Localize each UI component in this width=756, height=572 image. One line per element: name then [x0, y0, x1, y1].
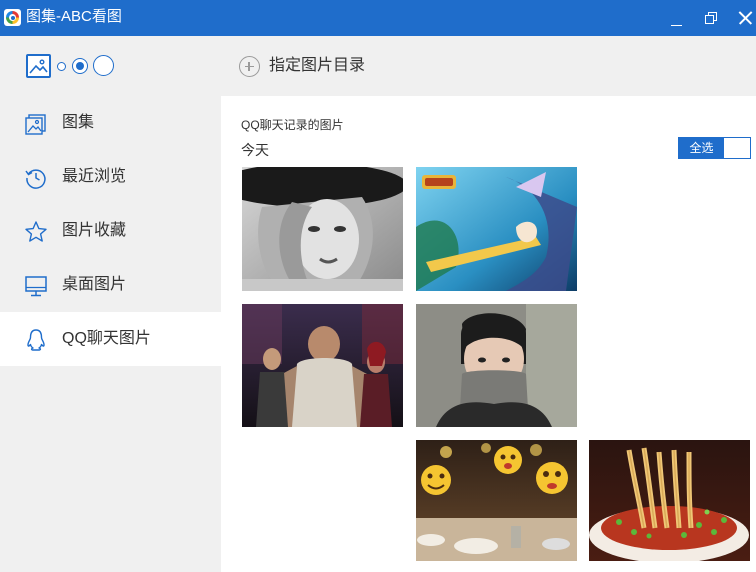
- section-title: QQ聊天记录的图片: [241, 118, 344, 132]
- sidebar: 图集 最近浏览 图片收藏 桌面图片 QQ聊天图片: [0, 36, 221, 572]
- image-thumbnail[interactable]: [416, 304, 577, 427]
- add-directory-button[interactable]: 指定图片目录: [239, 54, 379, 78]
- sidebar-item-desktop[interactable]: 桌面图片: [0, 258, 221, 312]
- app-logo-icon: [4, 9, 21, 26]
- image-thumbnail[interactable]: [242, 304, 403, 427]
- monitor-icon: [25, 276, 47, 297]
- add-directory-label: 指定图片目录: [269, 57, 366, 74]
- select-all-toggle[interactable]: 全选: [678, 137, 751, 159]
- date-group-label: 今天: [241, 142, 269, 158]
- star-icon: [25, 221, 47, 242]
- thumbnail-size-toggle: [26, 53, 146, 79]
- close-button[interactable]: [733, 4, 756, 32]
- sidebar-item-favorites[interactable]: 图片收藏: [0, 204, 221, 258]
- sidebar-item-label: 图片收藏: [62, 222, 127, 239]
- album-icon: [25, 114, 46, 135]
- image-thumbnail[interactable]: [242, 167, 403, 291]
- thumbnail-size-medium-radio[interactable]: [72, 58, 88, 74]
- title-bar: 图集-ABC看图: [0, 0, 756, 36]
- thumbnail-size-small-radio[interactable]: [57, 62, 66, 71]
- window-title: 图集-ABC看图: [26, 8, 122, 25]
- history-icon: [25, 169, 46, 189]
- sidebar-item-label: QQ聊天图片: [62, 330, 151, 347]
- image-thumbnail[interactable]: [416, 440, 577, 561]
- toolbar: 指定图片目录: [221, 36, 756, 96]
- qq-penguin-icon: [27, 329, 45, 351]
- minimize-button[interactable]: [663, 4, 691, 32]
- sidebar-item-album[interactable]: 图集: [0, 96, 221, 150]
- thumbnail-size-large-radio[interactable]: [93, 55, 114, 76]
- image-icon: [26, 54, 51, 78]
- sidebar-item-label: 最近浏览: [62, 168, 127, 185]
- image-thumbnail[interactable]: [589, 440, 750, 561]
- restore-button[interactable]: [697, 4, 725, 32]
- plus-circle-icon: [239, 56, 260, 77]
- image-grid-panel: QQ聊天记录的图片 今天 全选: [221, 96, 756, 572]
- sidebar-item-qq-images[interactable]: QQ聊天图片: [0, 312, 221, 366]
- sidebar-item-label: 桌面图片: [62, 276, 127, 293]
- select-all-label: 全选: [679, 138, 724, 158]
- sidebar-item-recent[interactable]: 最近浏览: [0, 150, 221, 204]
- image-thumbnail[interactable]: [416, 167, 577, 291]
- sidebar-item-label: 图集: [62, 114, 95, 131]
